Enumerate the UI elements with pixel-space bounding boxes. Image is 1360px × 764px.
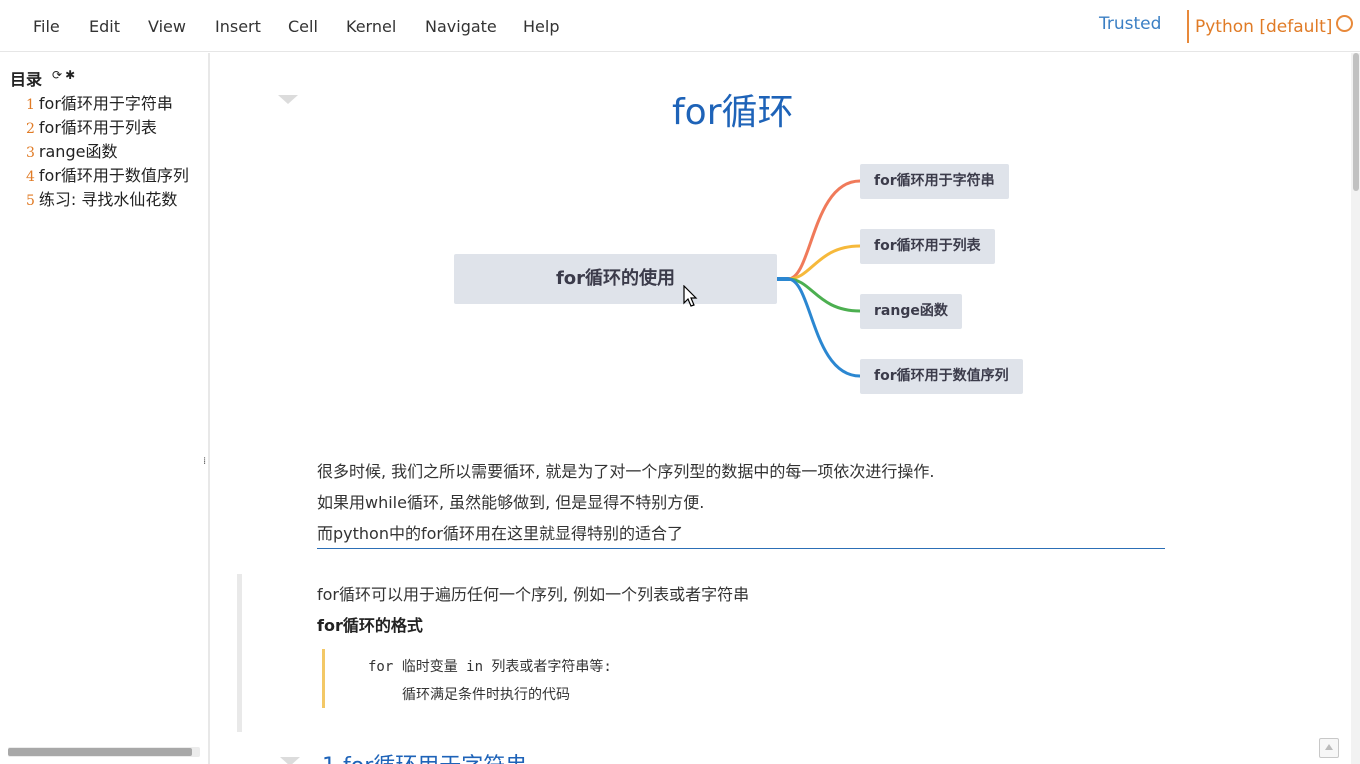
- menu-kernel[interactable]: Kernel: [346, 17, 396, 36]
- notebook-area: for循环 for循环的使用 for循环用于字符串 for循环用于列表 rang…: [212, 53, 1350, 764]
- code-line: 循环满足条件时执行的代码: [402, 687, 570, 703]
- mindmap-center-node[interactable]: for循环的使用: [454, 254, 777, 304]
- kernel-divider: [1187, 10, 1189, 43]
- cell-text: for循环可以用于遍历任何一个序列, 例如一个列表或者字符串: [317, 585, 750, 604]
- mindmap-branch-3: [787, 277, 861, 313]
- intro-line: 很多时候, 我们之所以需要循环, 就是为了对一个序列型的数据中的每一项依次进行操…: [317, 462, 935, 481]
- menu-insert[interactable]: Insert: [215, 17, 261, 36]
- toc-sidebar: 目录 ⟳ ✱ 1 for循环用于字符串 2 for循环用于列表 3 range函数 4f…: [0, 53, 210, 764]
- mindmap-branch-2: [787, 244, 861, 281]
- resize-handle[interactable]: ⁞: [203, 456, 206, 467]
- menu-navigate[interactable]: Navigate: [425, 17, 497, 36]
- menu-cell[interactable]: Cell: [288, 17, 318, 36]
- toc-title: 目录: [10, 70, 43, 89]
- menu-file[interactable]: File: [33, 17, 60, 36]
- section-heading: 1 for循环用于字符串: [322, 748, 527, 764]
- intro-line: 如果用while循环, 虽然能够做到, 但是显得不特别方便.: [317, 493, 705, 512]
- kernel-status-icon: [1336, 15, 1353, 32]
- menu-edit[interactable]: Edit: [89, 17, 120, 36]
- refresh-icon[interactable]: ⟳: [52, 68, 62, 82]
- menu-view[interactable]: View: [148, 17, 186, 36]
- toc-item[interactable]: 4 for循环用于数值序列: [26, 162, 204, 186]
- intro-line: 而python中的for循环用在这里就显得特别的适合了: [317, 524, 683, 543]
- mouse-cursor-icon: [683, 285, 698, 307]
- divider: [317, 548, 1165, 549]
- scroll-to-top-button[interactable]: [1319, 738, 1339, 758]
- toc-item[interactable]: 3 range函数: [26, 138, 204, 162]
- mindmap-branch-1: [787, 179, 861, 281]
- vertical-scrollbar[interactable]: [1351, 53, 1360, 764]
- mindmap-node[interactable]: for循环用于列表: [860, 229, 995, 264]
- gear-icon[interactable]: ✱: [65, 68, 75, 82]
- menu-help[interactable]: Help: [523, 17, 559, 36]
- mindmap-branch-4: [787, 277, 861, 378]
- mindmap-node[interactable]: for循环用于字符串: [860, 164, 1009, 199]
- code-line: for 临时变量 in 列表或者字符串等:: [368, 659, 612, 675]
- toc-item[interactable]: 2 for循环用于列表: [26, 114, 204, 138]
- menu-bar: File Edit View Insert Cell Kernel Naviga…: [0, 0, 1360, 52]
- cell-selection-bar[interactable]: [237, 574, 242, 732]
- kernel-name[interactable]: Python [default]: [1195, 17, 1332, 37]
- toc-horizontal-scrollbar[interactable]: [8, 747, 200, 757]
- scrollbar-thumb[interactable]: [8, 748, 192, 756]
- toc-item[interactable]: 1 for循环用于字符串: [26, 90, 204, 114]
- collapse-toggle-icon[interactable]: [280, 757, 300, 764]
- scrollbar-thumb[interactable]: [1353, 53, 1359, 191]
- toc-item[interactable]: 5 练习: 寻找水仙花数: [26, 186, 204, 210]
- mindmap-node[interactable]: range函数: [860, 294, 962, 329]
- format-heading: for循环的格式: [317, 616, 423, 635]
- mindmap-node[interactable]: for循环用于数值序列: [860, 359, 1023, 394]
- trusted-indicator[interactable]: Trusted: [1099, 14, 1161, 34]
- blockquote-bar: [322, 649, 325, 708]
